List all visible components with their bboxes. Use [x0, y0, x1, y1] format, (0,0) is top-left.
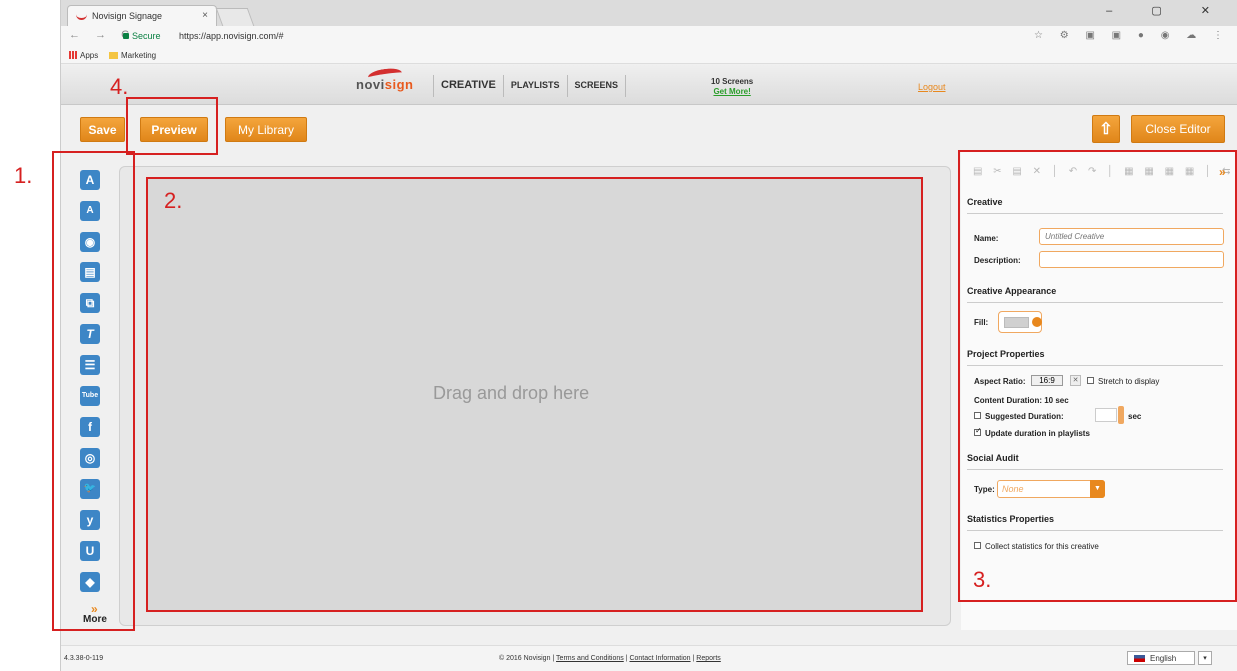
- bookmark-apps[interactable]: Apps: [69, 51, 98, 60]
- nav-screens[interactable]: SCREENS: [568, 75, 627, 97]
- language-dropdown-icon[interactable]: ▾: [1198, 651, 1212, 665]
- logout-link[interactable]: Logout: [918, 82, 946, 92]
- screens-count-label: 10 Screens: [711, 77, 754, 86]
- main-nav: CREATIVE PLAYLISTS SCREENS: [433, 75, 627, 97]
- bookmark-apps-label: Apps: [80, 51, 99, 60]
- tab-close-icon[interactable]: ×: [202, 10, 208, 21]
- url-field[interactable]: https://app.novisign.com/#: [179, 31, 284, 41]
- apps-grid-icon: [69, 51, 77, 59]
- contact-link[interactable]: Contact Information: [629, 655, 690, 662]
- version-label: 4.3.38-0-119: [64, 655, 104, 662]
- nav-playlists[interactable]: PLAYLISTS: [504, 75, 568, 97]
- save-button[interactable]: Save: [80, 117, 125, 142]
- secure-label: Secure: [132, 31, 161, 41]
- annotation-label-1: 1.: [14, 163, 33, 188]
- language-select[interactable]: English ▾: [1127, 651, 1212, 665]
- annotation-box-tools: [52, 151, 135, 631]
- annotation-box-preview: [126, 97, 218, 155]
- extension-icons[interactable]: ☆ ⚙ ▣ ▣ ● ◉ ☁ ⋮: [1034, 30, 1230, 41]
- tab-bar: Novisign Signage × – ▢ ✕: [61, 0, 1237, 26]
- app-header: novisign CREATIVE PLAYLISTS SCREENS 10 S…: [61, 65, 1237, 105]
- new-tab-button[interactable]: [215, 8, 255, 26]
- annotation-box-panel: [958, 150, 1237, 602]
- address-bar: ← → C Secure https://app.novisign.com/# …: [61, 26, 1237, 48]
- us-flag-icon: [1134, 655, 1145, 662]
- language-value: English: [1150, 654, 1177, 663]
- bookmarks-bar: Apps Marketing: [61, 48, 1237, 64]
- bookmark-marketing[interactable]: Marketing: [109, 51, 156, 60]
- browser-tab[interactable]: Novisign Signage ×: [67, 5, 217, 26]
- novisign-logo[interactable]: novisign: [356, 66, 413, 92]
- reports-link[interactable]: Reports: [696, 655, 721, 662]
- nav-creative[interactable]: CREATIVE: [434, 75, 504, 97]
- lock-icon: [123, 33, 129, 39]
- copyright: © 2016 Novisign |: [499, 655, 557, 662]
- secure-indicator[interactable]: Secure: [123, 31, 161, 41]
- get-more-link[interactable]: Get More!: [711, 87, 753, 97]
- my-library-button[interactable]: My Library: [225, 117, 307, 142]
- folder-icon: [109, 52, 118, 59]
- footer: 4.3.38-0-119 © 2016 Novisign | Terms and…: [61, 645, 1237, 671]
- annotation-box-canvas: [146, 177, 923, 612]
- tab-title: Novisign Signage: [92, 11, 163, 21]
- close-editor-button[interactable]: Close Editor: [1131, 115, 1225, 143]
- screens-count: 10 Screens Get More!: [711, 77, 753, 97]
- annotation-label-2: 2.: [164, 188, 183, 213]
- terms-link[interactable]: Terms and Conditions: [556, 655, 624, 662]
- bookmark-marketing-label: Marketing: [121, 51, 157, 60]
- annotation-label-3: 3.: [973, 567, 992, 592]
- favicon-icon: [76, 13, 87, 20]
- window-controls[interactable]: – ▢ ✕: [1106, 4, 1228, 17]
- upload-icon[interactable]: ⇧: [1092, 115, 1120, 143]
- footer-links: © 2016 Novisign | Terms and Conditions |…: [499, 655, 721, 662]
